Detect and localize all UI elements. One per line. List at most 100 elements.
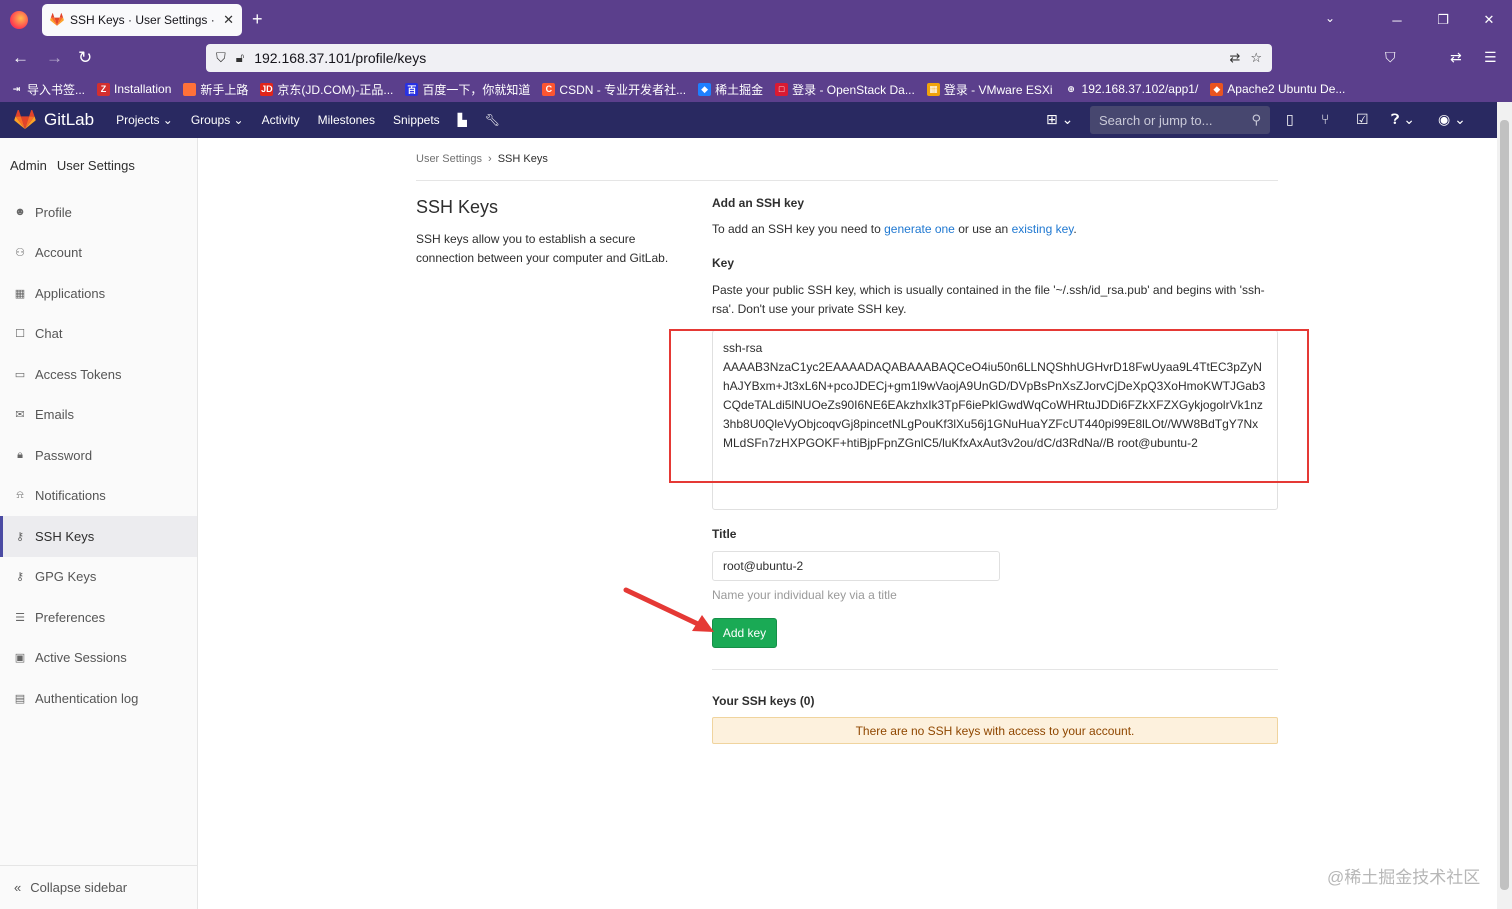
bookmark-item[interactable]: ⊕ 192.168.37.102/app1/: [1064, 82, 1198, 96]
key-help-text: Paste your public SSH key, which is usua…: [712, 283, 1265, 316]
menu-projects[interactable]: Projects ⌄: [116, 113, 173, 127]
new-dropdown-icon[interactable]: ⊞ ⌄: [1046, 111, 1073, 128]
chat-icon: ☐: [15, 328, 25, 341]
preferences-icon: ☰: [15, 611, 25, 624]
sidebar-item-access-tokens[interactable]: ▭ Access Tokens: [0, 354, 197, 395]
bookmark-favicon-icon: □: [775, 82, 789, 96]
minimize-icon[interactable]: ─: [1374, 13, 1420, 28]
bookmark-item[interactable]: C CSDN - 专业开发者社...: [542, 81, 686, 98]
bookmark-star-icon[interactable]: ☆: [1250, 50, 1262, 66]
key-textarea[interactable]: [712, 330, 1278, 510]
help-icon[interactable]: ❓︎ ⌄: [1391, 111, 1415, 128]
emails-icon: ✉: [15, 409, 25, 422]
sidebar-context-admin: Admin: [10, 158, 47, 173]
key-label: Key: [712, 256, 735, 270]
bookmark-favicon-icon: [183, 82, 197, 96]
chart-icon[interactable]: ▙: [458, 113, 467, 127]
back-icon[interactable]: ←: [12, 48, 29, 68]
sidebar-item-notifications[interactable]: ⍾ Notifications: [0, 476, 197, 517]
bookmark-item[interactable]: Z Installation: [97, 82, 171, 96]
search-input[interactable]: [1099, 112, 1239, 128]
tab-title: SSH Keys · User Settings · GitLab: [70, 13, 217, 27]
sidebar-item-label: Notifications: [35, 488, 106, 504]
page-title: SSH Keys: [416, 197, 499, 217]
sidebar-item-account[interactable]: ⚇ Account: [0, 233, 197, 274]
list-tabs-icon[interactable]: ⌄: [1325, 11, 1335, 25]
todos-icon[interactable]: ☑: [1356, 111, 1369, 128]
sidebar-item-applications[interactable]: ▦ Applications: [0, 273, 197, 314]
gpg-keys-icon: ⚷: [15, 571, 25, 584]
issues-icon[interactable]: ▯: [1286, 111, 1294, 128]
add-ssh-key-form: Add an SSH key To add an SSH key you nee…: [712, 196, 1278, 744]
sidebar-item-password[interactable]: 🔒︎ Password: [0, 435, 197, 476]
your-keys-heading: Your SSH keys (0): [712, 694, 815, 708]
admin-wrench-icon[interactable]: 🔧︎: [485, 113, 500, 127]
pocket-icon[interactable]: ⛉: [1385, 49, 1396, 66]
forward-icon[interactable]: →: [46, 48, 63, 68]
scrollbar-thumb[interactable]: [1500, 120, 1509, 890]
breadcrumb-current[interactable]: SSH Keys: [498, 153, 548, 165]
bookmark-item[interactable]: ◆ Apache2 Ubuntu De...: [1210, 82, 1345, 96]
translate-icon[interactable]: ⇄: [1229, 50, 1240, 66]
sidebar-item-active-sessions[interactable]: ▣ Active Sessions: [0, 638, 197, 679]
title-input[interactable]: [712, 551, 1000, 581]
maximize-icon[interactable]: ❐: [1420, 12, 1466, 28]
reload-icon[interactable]: ↻: [78, 48, 92, 68]
bookmark-label: 登录 - VMware ESXi: [943, 82, 1053, 97]
applications-icon: ▦: [14, 287, 26, 300]
divider: [416, 180, 1278, 181]
collapse-sidebar-button[interactable]: « Collapse sidebar: [0, 865, 197, 909]
bookmark-favicon-icon: JD: [260, 82, 274, 96]
bookmark-item[interactable]: ▦ 登录 - VMware ESXi: [926, 81, 1053, 98]
bookmark-item[interactable]: ◆ 稀土掘金: [698, 81, 763, 98]
tracking-shield-icon[interactable]: ⛉: [216, 50, 226, 66]
sidebar-item-label: Authentication log: [35, 690, 139, 706]
bookmark-item[interactable]: ⇥ 导入书签...: [10, 81, 85, 98]
url-text[interactable]: 192.168.37.101/profile/keys: [254, 50, 1219, 66]
sidebar-item-emails[interactable]: ✉ Emails: [0, 395, 197, 436]
menu-snippets[interactable]: Snippets: [393, 113, 440, 127]
bookmark-favicon-icon: ◆: [698, 82, 712, 96]
bookmark-item[interactable]: JD 京东(JD.COM)-正品...: [260, 81, 393, 98]
sidebar-item-profile[interactable]: ☻ Profile: [0, 192, 197, 233]
gitlab-search[interactable]: ⚲: [1090, 106, 1270, 134]
firefox-icon[interactable]: [10, 11, 28, 29]
sidebar-item-chat[interactable]: ☐ Chat: [0, 314, 197, 355]
close-tab-icon[interactable]: ✕: [223, 12, 234, 28]
address-bar[interactable]: ⛉ 🔓︎ 192.168.37.101/profile/keys ⇄ ☆: [206, 44, 1272, 72]
menu-groups[interactable]: Groups ⌄: [191, 113, 244, 127]
bookmark-label: CSDN - 专业开发者社...: [559, 82, 687, 97]
bookmark-item[interactable]: 新手上路: [183, 81, 248, 98]
translate-extension-icon[interactable]: ⇄: [1450, 49, 1462, 66]
bookmarks-bar: ⇥ 导入书签... Z Installation 新手上路 JD 京东(JD.COM)-正品…: [0, 76, 1512, 102]
existing-key-link[interactable]: existing key: [1012, 222, 1074, 236]
sidebar-item-ssh-keys[interactable]: ⚷ SSH Keys: [0, 516, 197, 557]
insecure-lock-icon[interactable]: 🔓︎: [236, 50, 244, 66]
close-window-icon[interactable]: ✕: [1466, 12, 1512, 28]
title-label: Title: [712, 527, 737, 541]
gitlab-logo[interactable]: GitLab: [14, 110, 94, 130]
generate-one-link[interactable]: generate one: [884, 222, 955, 236]
bookmark-item[interactable]: 百百度一下，你就知道: [405, 81, 530, 98]
menu-milestones[interactable]: Milestones: [318, 113, 375, 127]
app-menu-icon[interactable]: ☰: [1484, 49, 1497, 66]
user-avatar-icon[interactable]: ◉ ⌄: [1438, 111, 1466, 128]
sidebar-item-preferences[interactable]: ☰ Preferences: [0, 597, 197, 638]
title-hint: Name your individual key via a title: [712, 588, 897, 602]
gitlab-top-menu: Projects ⌄ Groups ⌄ Activity Milestones …: [116, 113, 500, 127]
breadcrumb-parent[interactable]: User Settings: [416, 153, 482, 165]
sidebar-item-authentication-log[interactable]: ▤ Authentication log: [0, 678, 197, 719]
sidebar-item-label: Active Sessions: [35, 650, 127, 666]
browser-tab[interactable]: SSH Keys · User Settings · GitLab ✕: [42, 4, 242, 36]
page-scrollbar[interactable]: [1497, 102, 1512, 909]
sidebar-item-gpg-keys[interactable]: ⚷ GPG Keys: [0, 557, 197, 598]
new-tab-icon[interactable]: +: [252, 9, 263, 30]
menu-activity[interactable]: Activity: [262, 113, 300, 127]
watermark: @稀土掘金技术社区: [1327, 868, 1481, 887]
merge-requests-icon[interactable]: ⑂: [1321, 111, 1329, 127]
sidebar-item-label: Access Tokens: [35, 366, 122, 382]
sidebar-item-label: Account: [35, 245, 82, 261]
bookmark-item[interactable]: □ 登录 - OpenStack Da...: [775, 81, 915, 98]
breadcrumb-chevron-icon: ›: [488, 153, 492, 165]
bookmark-label: 稀土掘金: [715, 82, 764, 97]
